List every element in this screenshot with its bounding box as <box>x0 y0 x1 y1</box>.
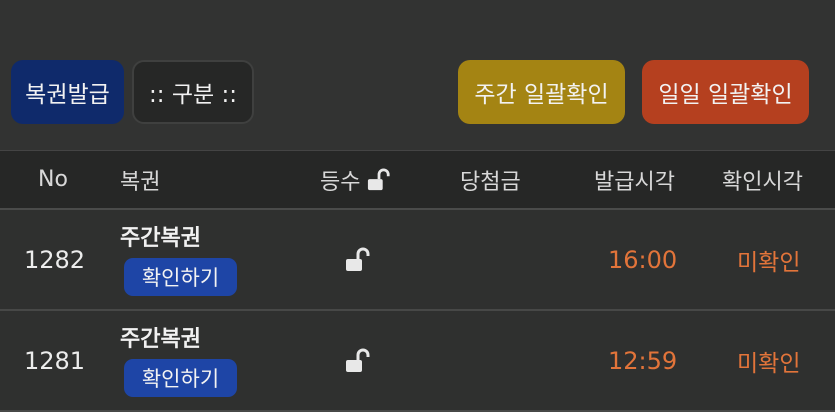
header-issued-time: 발급시각 <box>594 169 675 195</box>
weekly-bulk-confirm-button[interactable]: 주간 일괄확인 <box>458 60 625 124</box>
table-row: 1281 주간복권 확인하기 12:59 미확인 <box>0 311 835 412</box>
row-rank <box>344 311 372 410</box>
table-row: 1282 주간복권 확인하기 16:00 미확인 <box>0 210 835 311</box>
table-header: No 복권 등수 당첨금 발급시각 확인시각 <box>0 150 835 210</box>
header-prize: 당첨금 <box>460 169 521 195</box>
row-issued-time: 12:59 <box>608 346 678 375</box>
row-rank <box>344 210 372 309</box>
header-rank[interactable]: 등수 <box>320 151 392 208</box>
lottery-table: No 복권 등수 당첨금 발급시각 확인시각 1282 주간복권 확인하기 16… <box>0 150 835 412</box>
unlock-icon <box>346 247 370 271</box>
row-issued-time: 16:00 <box>608 245 678 274</box>
header-ticket: 복권 <box>120 169 161 195</box>
check-ticket-button[interactable]: 확인하기 <box>124 258 237 296</box>
unlock-icon <box>346 348 370 372</box>
daily-bulk-confirm-button[interactable]: 일일 일괄확인 <box>642 60 809 124</box>
row-confirmed-status: 미확인 <box>737 350 801 377</box>
header-confirmed-time: 확인시각 <box>722 169 803 195</box>
row-ticket-name: 주간복권 <box>120 226 201 251</box>
category-select[interactable]: :: 구분 :: <box>132 60 254 124</box>
row-no: 1281 <box>24 346 86 375</box>
header-no: No <box>38 167 68 192</box>
row-ticket-name: 주간복권 <box>120 327 201 352</box>
check-ticket-button[interactable]: 확인하기 <box>124 359 237 397</box>
unlock-icon <box>368 168 391 190</box>
row-no: 1282 <box>24 245 86 274</box>
row-confirmed-status: 미확인 <box>737 249 801 276</box>
toolbar: 복권발급 :: 구분 :: 주간 일괄확인 일일 일괄확인 <box>0 0 835 150</box>
header-rank-label: 등수 <box>320 169 361 195</box>
issue-lottery-button[interactable]: 복권발급 <box>11 60 124 124</box>
